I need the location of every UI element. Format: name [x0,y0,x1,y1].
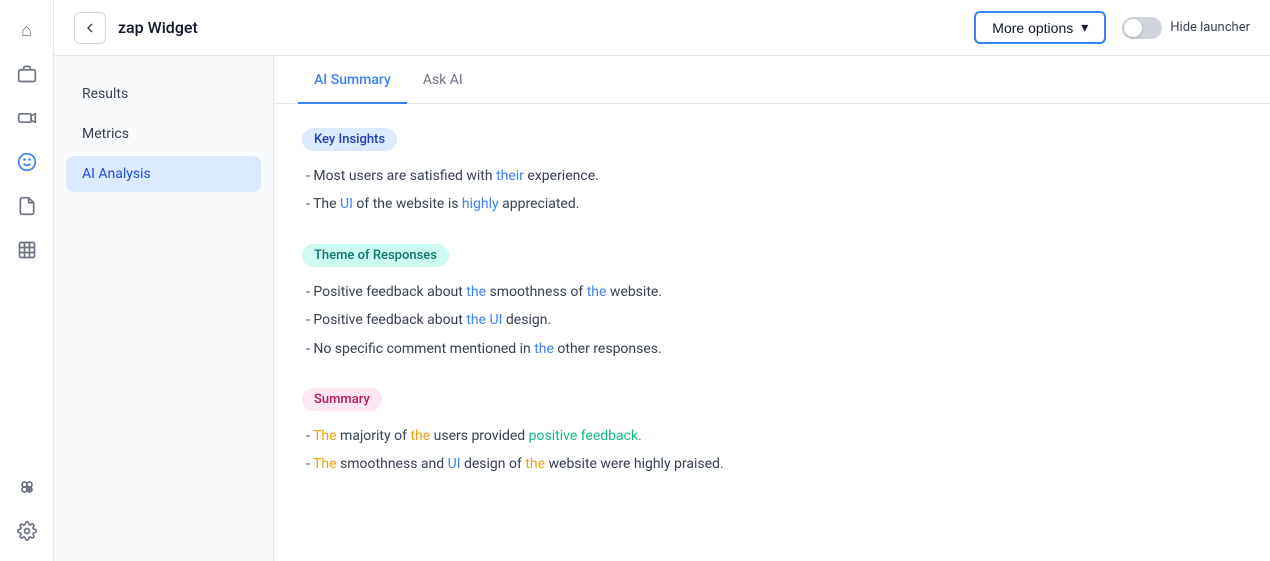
key-insights-list: - Most users are satisfied with their ex… [302,165,1242,216]
hide-launcher-toggle-wrapper: Hide launcher [1122,17,1250,39]
content-body: Results Metrics AI Analysis AI Summary A… [54,56,1270,561]
back-button[interactable] [74,12,106,44]
hide-launcher-label: Hide launcher [1170,20,1250,35]
settings-icon[interactable] [9,513,45,549]
chart-icon[interactable] [9,232,45,268]
summary-list: - The majority of the users provided pos… [302,425,1242,476]
chevron-down-icon: ▾ [1081,19,1088,36]
theme-item-2: - Positive feedback about the UI design. [306,309,1242,331]
hide-launcher-toggle[interactable] [1122,17,1162,39]
nav-item-metrics[interactable]: Metrics [66,116,261,152]
left-sidebar: ⌂ [0,0,54,561]
smiley-icon[interactable] [9,144,45,180]
summary-section: Summary - The majority of the users prov… [302,388,1242,476]
left-nav: Results Metrics AI Analysis [54,56,274,561]
key-insights-badge: Key Insights [302,128,397,151]
tabs-bar: AI Summary Ask AI [274,56,1270,104]
box-icon[interactable] [9,56,45,92]
page-title: zap Widget [118,18,198,37]
header: zap Widget More options ▾ Hide launcher [54,0,1270,56]
key-insights-section: Key Insights - Most users are satisfied … [302,128,1242,216]
main-content: zap Widget More options ▾ Hide launcher … [54,0,1270,561]
theme-item-1: - Positive feedback about the smoothness… [306,281,1242,303]
apps-icon[interactable] [9,469,45,505]
nav-item-ai-analysis[interactable]: AI Analysis [66,156,261,192]
theme-badge: Theme of Responses [302,244,449,267]
nav-item-results[interactable]: Results [66,76,261,112]
more-options-button[interactable]: More options ▾ [974,11,1106,44]
key-insights-item-2: - The UI of the website is highly apprec… [306,193,1242,215]
header-left: zap Widget [74,12,198,44]
summary-item-1: - The majority of the users provided pos… [306,425,1242,447]
theme-list: - Positive feedback about the smoothness… [302,281,1242,360]
summary-item-2: - The smoothness and UI design of the we… [306,453,1242,475]
ai-summary-content: Key Insights - Most users are satisfied … [274,104,1270,528]
theme-item-3: - No specific comment mentioned in the o… [306,338,1242,360]
key-insights-item-1: - Most users are satisfied with their ex… [306,165,1242,187]
theme-section: Theme of Responses - Positive feedback a… [302,244,1242,360]
home-icon[interactable]: ⌂ [9,12,45,48]
tab-ask-ai[interactable]: Ask AI [407,56,479,104]
document-icon[interactable] [9,188,45,224]
summary-badge: Summary [302,388,382,411]
tab-ai-summary[interactable]: AI Summary [298,56,407,104]
video-icon[interactable] [9,100,45,136]
right-content: AI Summary Ask AI Key Insights - Most us… [274,56,1270,561]
header-right: More options ▾ Hide launcher [974,11,1250,44]
